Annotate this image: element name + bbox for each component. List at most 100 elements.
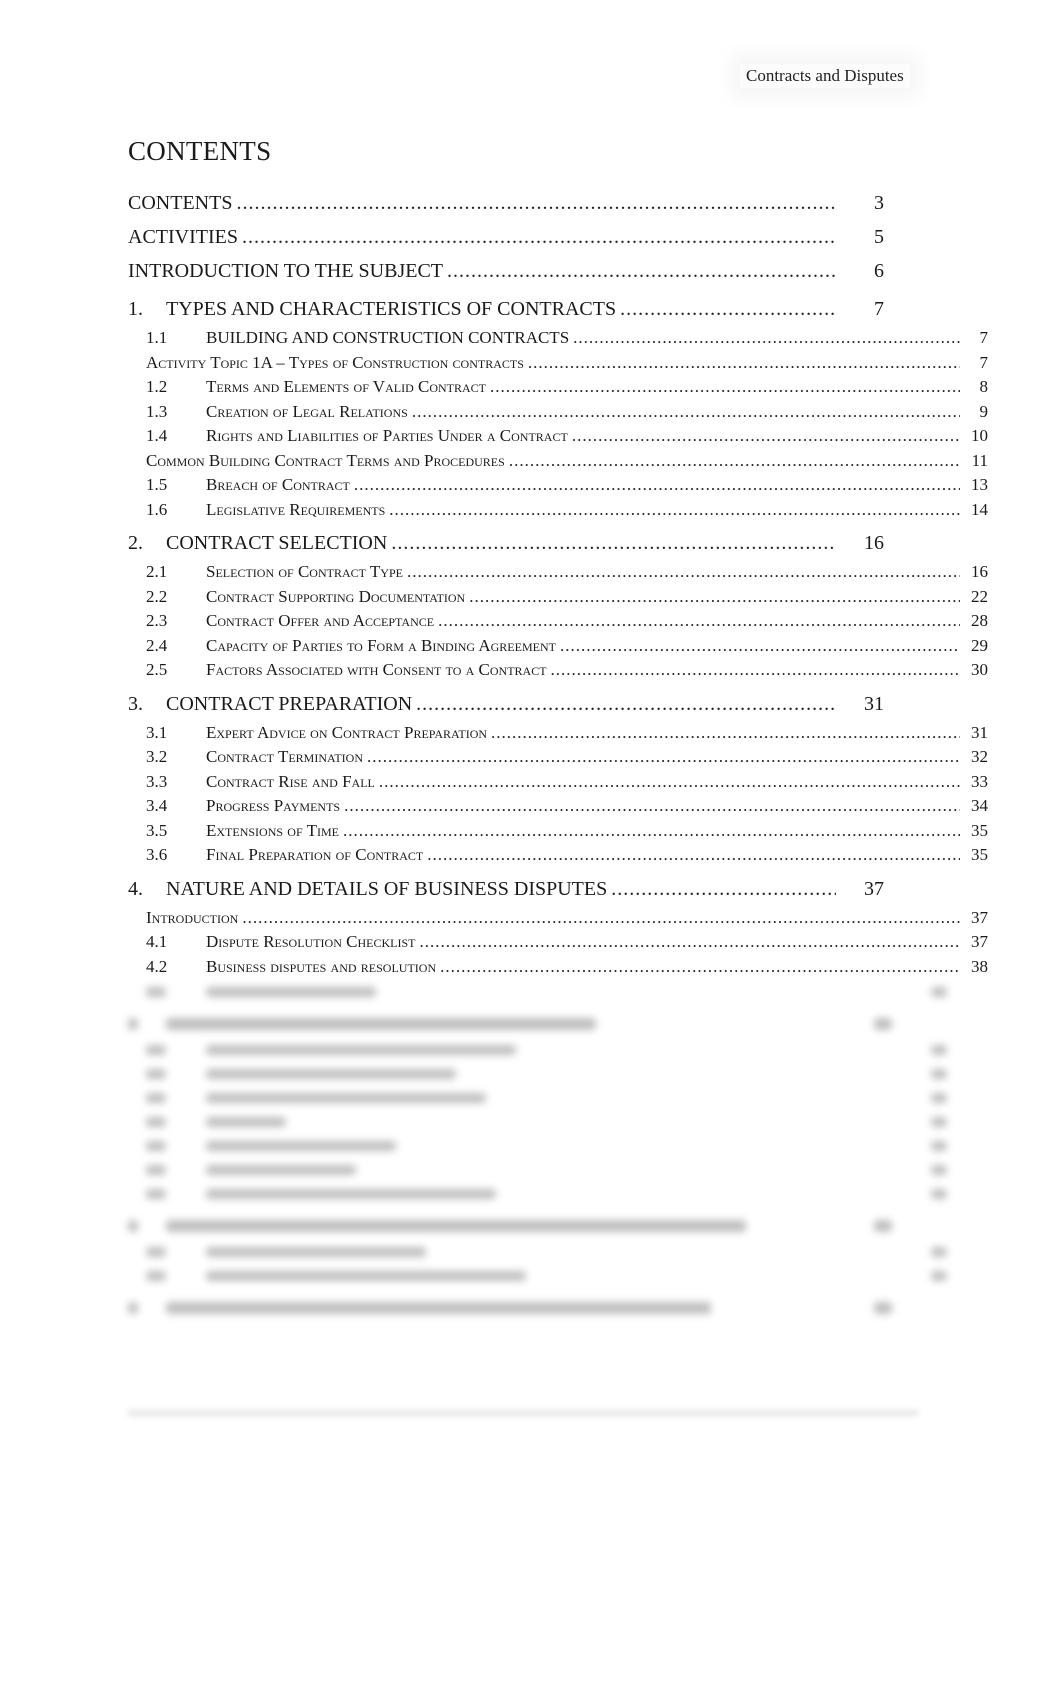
page-number: 5 xyxy=(874,226,884,248)
page-number: 34 xyxy=(971,796,988,815)
subsection-number: 2.1 xyxy=(146,562,168,581)
toc-subentry[interactable]: 1.4 Rights and Liabilities of Parties Und… xyxy=(128,424,988,449)
leader-dots xyxy=(407,560,960,585)
page-number: 7 xyxy=(979,352,989,372)
page-number: 7 xyxy=(979,328,989,347)
subsection-title: Final Preparation of Contract xyxy=(206,845,424,864)
subsection-number: 3.2 xyxy=(146,747,168,766)
toc-section-2[interactable]: 2. CONTRACT SELECTION 16 xyxy=(128,526,884,560)
leader-dots xyxy=(572,424,960,449)
leader-dots xyxy=(551,658,960,683)
page-number: 7 xyxy=(874,298,884,320)
page-number: 28 xyxy=(971,611,988,630)
leader-dots xyxy=(236,186,836,220)
page-number: 16 xyxy=(971,562,988,581)
subsection-number: 1.5 xyxy=(146,475,168,494)
toc-subentry[interactable]: 2.2 Contract Supporting Documentation 22 xyxy=(128,585,988,610)
leader-dots xyxy=(416,687,836,721)
leader-dots xyxy=(560,634,960,659)
page-number: 37 xyxy=(864,877,884,900)
toc-subentry[interactable]: 1.6 Legislative Requirements 14 xyxy=(128,498,988,523)
subsection-number: 1.4 xyxy=(146,426,168,445)
leader-dots xyxy=(391,526,836,560)
page-number: 22 xyxy=(971,586,988,606)
leader-dots xyxy=(491,721,960,746)
page-number: 32 xyxy=(971,747,988,766)
leader-dots xyxy=(427,843,960,868)
leader-dots xyxy=(611,872,836,906)
toc-subentry[interactable]: 4.1 Dispute Resolution Checklist 37 xyxy=(128,930,988,955)
toc-entry-activities[interactable]: ACTIVITIES5 xyxy=(128,220,884,254)
toc-subentry[interactable]: Introduction 37 xyxy=(128,906,988,931)
toc-subentry[interactable]: 3.1 Expert Advice on Contract Preparation… xyxy=(128,721,988,746)
page-number: 13 xyxy=(971,475,988,494)
toc-subentry[interactable]: 3.6 Final Preparation of Contract 35 xyxy=(128,843,988,868)
toc-entry-contents[interactable]: CONTENTS3 xyxy=(128,186,884,220)
toc-section-1[interactable]: 1. TYPES AND CHARACTERISTICS OF CONTRACTS… xyxy=(128,292,884,326)
toc-subentry[interactable]: Activity Topic 1A – Types of Constructio… xyxy=(128,351,988,376)
toc-section-4[interactable]: 4. NATURE AND DETAILS OF BUSINESS DISPUTE… xyxy=(128,872,884,906)
running-header: Contracts and Disputes xyxy=(740,64,910,88)
subsection-title: Expert Advice on Contract Preparation xyxy=(206,722,488,742)
section-title: CONTRACT PREPARATION xyxy=(166,692,413,715)
toc-subentry[interactable]: 4.2 Business disputes and resolution 38 xyxy=(128,955,988,980)
toc-subentry[interactable]: 2.4 Capacity of Parties to Form a Binding… xyxy=(128,634,988,659)
leader-dots xyxy=(354,473,960,498)
toc-subentry[interactable]: 3.4 Progress Payments 34 xyxy=(128,794,988,819)
page-number: 30 xyxy=(971,660,988,679)
toc-subentry[interactable]: 2.1 Selection of Contract Type 16 xyxy=(128,560,988,585)
section-title: TYPES AND CHARACTERISTICS OF CONTRACTS xyxy=(166,298,617,320)
subsection-title: Extensions of Time xyxy=(206,820,339,840)
leader-dots xyxy=(447,254,836,288)
subsection-title: Progress Payments xyxy=(206,796,341,815)
toc-subentry[interactable]: 1.5 Breach of Contract 13 xyxy=(128,473,988,498)
page-number: 38 xyxy=(971,956,988,976)
leader-dots xyxy=(573,326,960,351)
table-of-contents: CONTENTS3 ACTIVITIES5 INTRODUCTION TO TH… xyxy=(128,186,988,1325)
toc-subentry[interactable]: 3.5 Extensions of Time 35 xyxy=(128,819,988,844)
subsection-title: Contract Supporting Documentation xyxy=(206,586,466,606)
leader-dots xyxy=(389,498,960,523)
subsection-number: 2.3 xyxy=(146,611,168,630)
leader-dots xyxy=(412,400,960,425)
leader-dots xyxy=(242,220,836,254)
subsection-number: 4.2 xyxy=(146,956,168,976)
toc-subentry[interactable]: 2.5 Factors Associated with Consent to a … xyxy=(128,658,988,683)
leader-dots xyxy=(620,292,836,326)
toc-subentry[interactable]: 3.3 Contract Rise and Fall 33 xyxy=(128,770,988,795)
subsection-title: Business disputes and resolution xyxy=(206,956,437,976)
subsection-number: 3.6 xyxy=(146,845,168,864)
leader-dots xyxy=(509,449,960,474)
toc-subentry[interactable]: 3.2 Contract Termination 32 xyxy=(128,745,988,770)
toc-entry-introduction[interactable]: INTRODUCTION TO THE SUBJECT6 xyxy=(128,254,884,288)
leader-dots xyxy=(440,955,960,980)
subsection-title: Rights and Liabilities of Parties Under … xyxy=(206,426,568,445)
toc-subentry[interactable]: 2.3 Contract Offer and Acceptance 28 xyxy=(128,609,988,634)
subsection-title: Creation of Legal Relations xyxy=(206,401,408,421)
page-number: 37 xyxy=(971,907,988,927)
page-number: 31 xyxy=(864,692,884,715)
toc-subentry[interactable]: 1.3 Creation of Legal Relations 9 xyxy=(128,400,988,425)
subsection-number: 1.6 xyxy=(146,499,168,519)
page-title: CONTENTS xyxy=(128,136,272,166)
toc-subentry[interactable]: 1.2 Terms and Elements of Valid Contract 8 xyxy=(128,375,988,400)
subsection-number: 2.4 xyxy=(146,635,168,655)
leader-dots xyxy=(343,819,960,844)
subsection-title: BUILDING AND CONSTRUCTION CONTRACTS xyxy=(206,328,570,347)
page-number: 3 xyxy=(874,192,884,214)
page-number: 14 xyxy=(971,499,988,519)
page-number: 37 xyxy=(971,932,988,951)
leader-dots xyxy=(242,906,960,931)
subsection-number: 3.3 xyxy=(146,771,168,791)
subsection-title: Terms and Elements of Valid Contract xyxy=(206,377,486,396)
section-number: 1. xyxy=(128,298,143,320)
section-title: CONTRACT SELECTION xyxy=(166,532,388,554)
subsection-title: Capacity of Parties to Form a Binding Ag… xyxy=(206,635,556,655)
page-number: 35 xyxy=(971,845,988,864)
toc-subentry[interactable]: 1.1 BUILDING AND CONSTRUCTION CONTRACTS 7 xyxy=(128,326,988,351)
toc-subentry[interactable]: Common Building Contract Terms and Proce… xyxy=(128,449,988,474)
toc-section-3[interactable]: 3. CONTRACT PREPARATION 31 xyxy=(128,687,884,721)
section-number: 2. xyxy=(128,532,143,554)
subsection-title: Dispute Resolution Checklist xyxy=(206,932,416,951)
page-number: 9 xyxy=(979,401,989,421)
